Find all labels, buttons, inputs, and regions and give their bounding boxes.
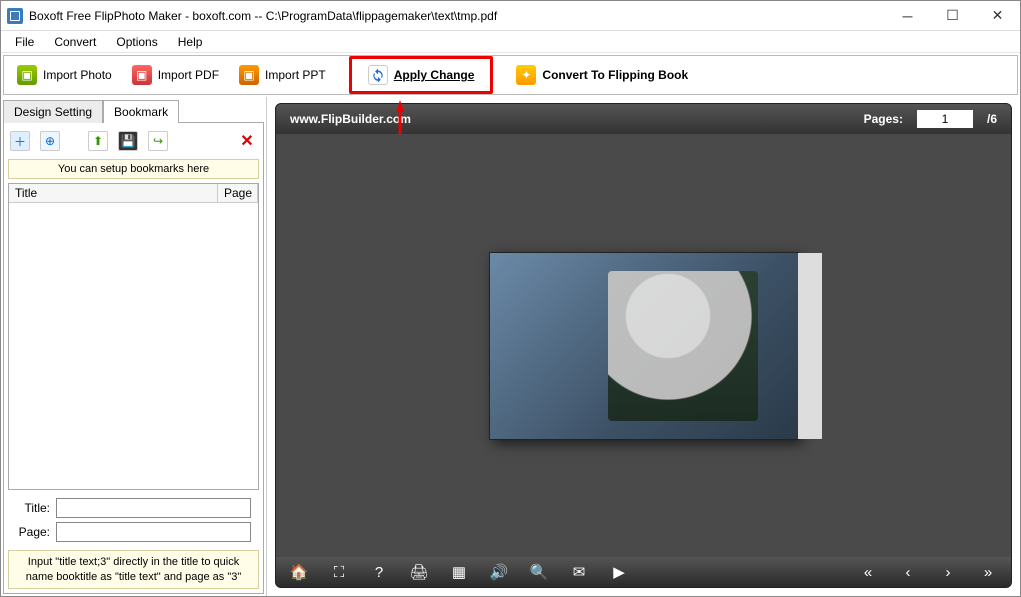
export-icon[interactable]: ↪	[148, 131, 168, 151]
preview-area: www.FlipBuilder.com Pages: /6 安下载 anxz.c…	[267, 97, 1020, 596]
apply-change-label: Apply Change	[394, 68, 475, 82]
preview-bottom-bar: 🏠 ⛶ ? 🖨 ▦ 🔊 🔍 ✉ ▶ « ‹ › »	[276, 557, 1011, 587]
menu-help[interactable]: Help	[168, 33, 213, 51]
photo-icon: ▣	[17, 65, 37, 85]
last-page-icon[interactable]: »	[979, 564, 997, 581]
delete-icon[interactable]: ✕	[237, 131, 257, 151]
title-input[interactable]	[56, 498, 251, 518]
window-title: Boxoft Free FlipPhoto Maker - boxoft.com…	[29, 9, 885, 23]
preview-top-bar: www.FlipBuilder.com Pages: /6	[276, 104, 1011, 134]
save-icon[interactable]: 💾	[118, 131, 138, 151]
home-icon[interactable]: 🏠	[290, 563, 308, 581]
app-icon	[7, 8, 23, 24]
convert-icon: ✦	[516, 65, 536, 85]
minimize-button[interactable]: ─	[885, 1, 930, 30]
ppt-icon: ▣	[239, 65, 259, 85]
content-area: Design Setting Bookmark ＋ ⊕ ⬆ 💾 ↪ ✕ You …	[1, 97, 1020, 596]
import-photo-button[interactable]: ▣ Import Photo	[8, 61, 121, 89]
bookmark-toolbar: ＋ ⊕ ⬆ 💾 ↪ ✕	[8, 127, 259, 155]
fullscreen-icon[interactable]: ⛶	[330, 564, 348, 581]
col-title[interactable]: Title	[9, 184, 218, 202]
import-pdf-label: Import PDF	[158, 68, 219, 82]
refresh-icon	[368, 65, 388, 85]
next-page-arrow-icon[interactable]: ▶	[803, 336, 815, 356]
bookmark-inputs: Title: Page:	[8, 494, 259, 546]
main-toolbar: ▣ Import Photo ▣ Import PDF ▣ Import PPT…	[3, 55, 1018, 95]
import-ppt-label: Import PPT	[265, 68, 326, 82]
maximize-button[interactable]: ☐	[930, 1, 975, 30]
thumbnails-icon[interactable]: ▦	[450, 563, 468, 581]
window-controls: ─ ☐ ✕	[885, 1, 1020, 30]
bookmark-hint: You can setup bookmarks here	[8, 159, 259, 179]
preview-frame: www.FlipBuilder.com Pages: /6 安下载 anxz.c…	[275, 103, 1012, 588]
import-ppt-button[interactable]: ▣ Import PPT	[230, 61, 335, 89]
menu-convert[interactable]: Convert	[44, 33, 106, 51]
convert-book-button[interactable]: ✦ Convert To Flipping Book	[507, 61, 697, 89]
apply-change-button[interactable]: Apply Change	[349, 56, 494, 94]
col-page[interactable]: Page	[218, 184, 258, 202]
left-panel: Design Setting Bookmark ＋ ⊕ ⬆ 💾 ↪ ✕ You …	[1, 97, 267, 596]
add-child-bookmark-icon[interactable]: ⊕	[40, 131, 60, 151]
title-label: Title:	[16, 501, 50, 515]
print-icon[interactable]: 🖨	[410, 563, 428, 581]
menu-file[interactable]: File	[5, 33, 44, 51]
current-page-input[interactable]	[917, 110, 973, 128]
first-page-icon[interactable]: «	[859, 564, 877, 581]
total-pages: /6	[987, 112, 997, 126]
brand-link[interactable]: www.FlipBuilder.com	[290, 112, 411, 126]
pages-label: Pages:	[864, 112, 903, 126]
tab-design-setting[interactable]: Design Setting	[3, 100, 103, 123]
page-label: Page:	[16, 525, 50, 539]
help-icon[interactable]: ?	[370, 564, 388, 581]
preview-stage[interactable]: 安下载 anxz.com ▶	[276, 134, 1011, 557]
menu-options[interactable]: Options	[106, 33, 167, 51]
convert-book-label: Convert To Flipping Book	[542, 68, 688, 82]
left-tabs: Design Setting Bookmark	[3, 99, 264, 122]
pdf-icon: ▣	[132, 65, 152, 85]
next-page-icon[interactable]: ›	[939, 564, 957, 581]
table-rows[interactable]	[9, 203, 258, 489]
zoom-icon[interactable]: 🔍	[530, 563, 548, 581]
title-bar: Boxoft Free FlipPhoto Maker - boxoft.com…	[1, 1, 1020, 31]
share-icon[interactable]: ✉	[570, 563, 588, 581]
tab-bookmark[interactable]: Bookmark	[103, 100, 179, 123]
page-input[interactable]	[56, 522, 251, 542]
flipbook-page[interactable]: ▶	[489, 252, 799, 440]
play-icon[interactable]: ▶	[610, 563, 628, 581]
page-image	[608, 271, 758, 421]
sound-icon[interactable]: 🔊	[490, 563, 508, 581]
import-pdf-button[interactable]: ▣ Import PDF	[123, 61, 228, 89]
import-photo-label: Import Photo	[43, 68, 112, 82]
table-header: Title Page	[9, 184, 258, 203]
close-button[interactable]: ✕	[975, 1, 1020, 30]
menu-bar: File Convert Options Help	[1, 31, 1020, 53]
add-bookmark-icon[interactable]: ＋	[10, 131, 30, 151]
bookmark-table: Title Page	[8, 183, 259, 490]
bookmark-panel: ＋ ⊕ ⬆ 💾 ↪ ✕ You can setup bookmarks here…	[3, 122, 264, 594]
bookmark-help: Input "title text;3" directly in the tit…	[8, 550, 259, 589]
prev-page-icon[interactable]: ‹	[899, 564, 917, 581]
move-up-icon[interactable]: ⬆	[88, 131, 108, 151]
